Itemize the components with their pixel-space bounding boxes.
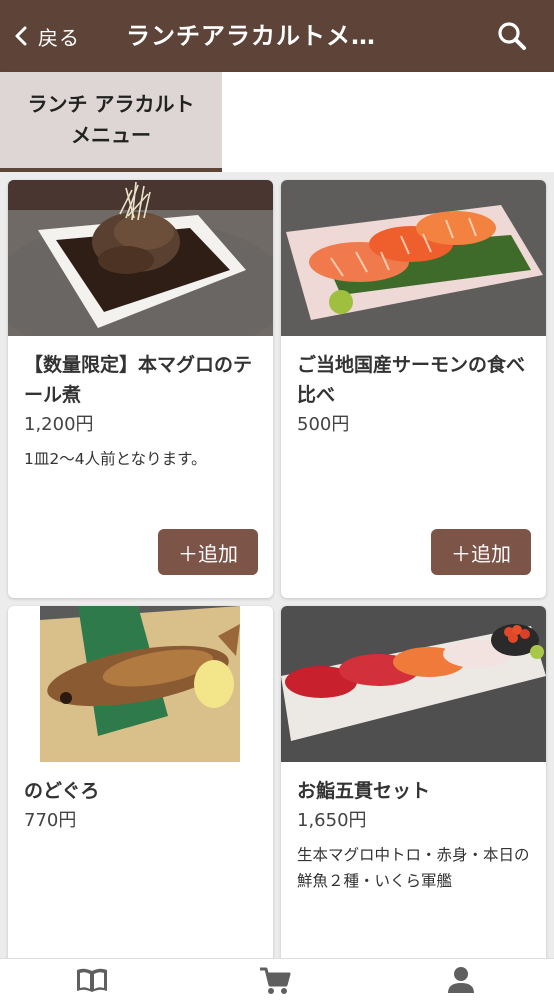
add-button[interactable]: ＋追加: [158, 529, 258, 575]
chevron-left-icon: [15, 26, 27, 46]
nav-label-cutoff: [430, 995, 500, 1001]
app-header: 戻る ランチアラカルトメ…: [0, 0, 554, 72]
tab-label: ランチ アラカルト メニュー: [27, 92, 195, 147]
menu-item-name: 【数量限定】本マグロのテール煮: [24, 354, 253, 406]
menu-item-price: 1,200円: [24, 414, 94, 435]
cart-icon: [260, 967, 291, 994]
nav-menu[interactable]: [74, 965, 114, 995]
tab-lunch-a-la-carte[interactable]: ランチ アラカルト メニュー: [0, 72, 222, 172]
back-label: 戻る: [38, 25, 80, 50]
nodoguro-photo: [8, 606, 273, 762]
menu-item-description: 1皿2〜4人前となります。: [24, 450, 207, 468]
bottom-navigation: [0, 958, 554, 1001]
menu-item-price: 770円: [24, 810, 77, 831]
menu-item-description: 生本マグロ中トロ・赤身・本日の鮮魚２種・いくら軍艦: [297, 846, 530, 890]
salmon-comparison-photo: [281, 180, 546, 336]
account-icon: [448, 967, 474, 993]
menu-item-card[interactable]: のどぐろ 770円: [8, 606, 273, 958]
sushi-set-photo: [281, 606, 546, 762]
menu-item-name: お鮨五貫セット: [297, 780, 431, 802]
menu-item-card[interactable]: お鮨五貫セット 1,650円 生本マグロ中トロ・赤身・本日の鮮魚２種・いくら軍艦: [281, 606, 546, 958]
menu-book-icon: [77, 968, 107, 992]
add-button[interactable]: ＋追加: [431, 529, 531, 575]
menu-item-name: のどぐろ: [24, 780, 100, 802]
nav-account[interactable]: [444, 965, 484, 995]
menu-grid: 【数量限定】本マグロのテール煮 1,200円 1皿2〜4人前となります。 ＋追加…: [0, 172, 554, 958]
search-icon: [498, 22, 526, 50]
category-tabs: ランチ アラカルト メニュー: [0, 72, 554, 172]
menu-item-price: 500円: [297, 414, 350, 435]
nav-cart[interactable]: [258, 965, 298, 995]
menu-item-card[interactable]: 【数量限定】本マグロのテール煮 1,200円 1皿2〜4人前となります。 ＋追加: [8, 180, 273, 598]
search-button[interactable]: [490, 14, 534, 58]
menu-item-price: 1,650円: [297, 810, 367, 831]
page-title: ランチアラカルトメ…: [126, 22, 376, 50]
tuna-tail-stew-photo: [8, 180, 273, 336]
back-button[interactable]: 戻る: [12, 16, 80, 56]
menu-item-name: ご当地国産サーモンの食べ比べ: [297, 354, 526, 406]
menu-item-card[interactable]: ご当地国産サーモンの食べ比べ 500円 ＋追加: [281, 180, 546, 598]
